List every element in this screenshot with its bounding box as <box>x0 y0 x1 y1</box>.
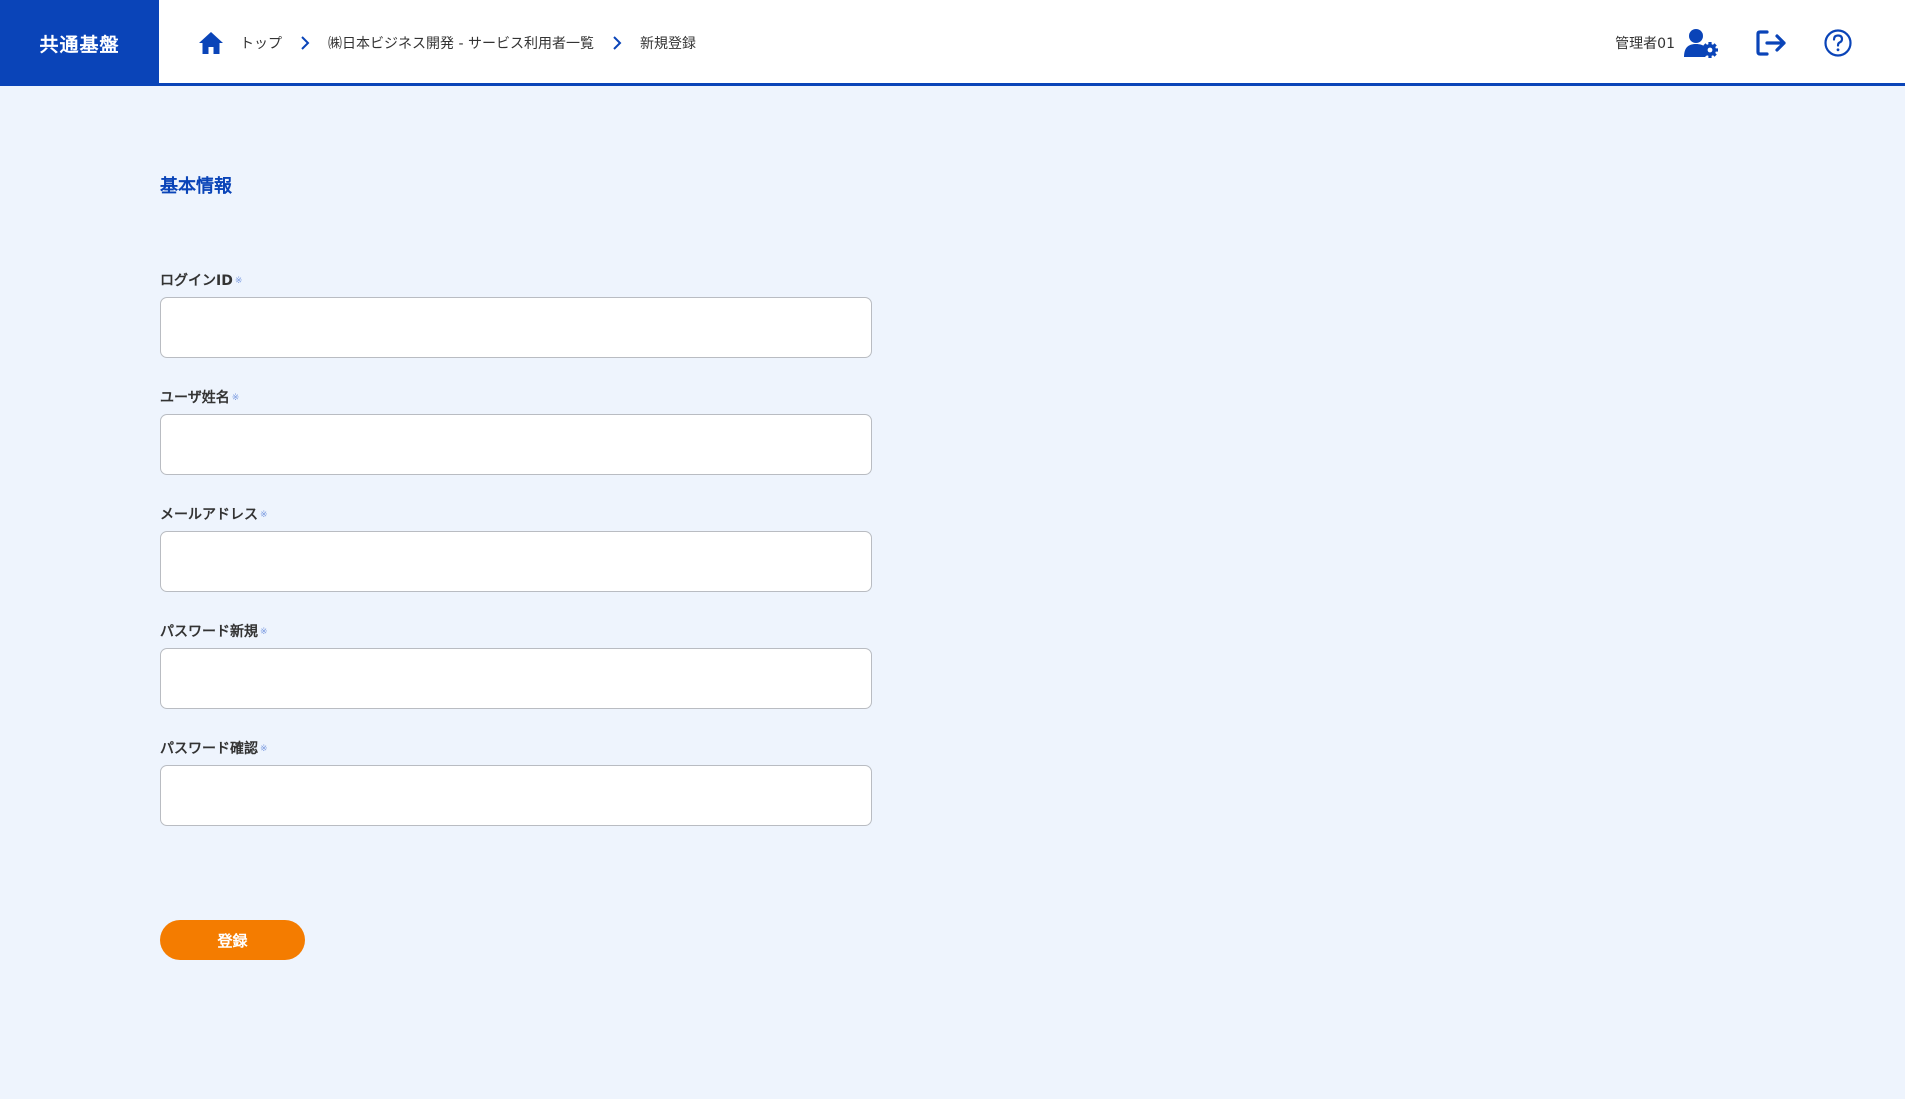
user-name: 管理者01 <box>1615 36 1675 52</box>
user-area: 管理者01 <box>1615 0 1905 86</box>
chevron-right-icon <box>613 36 622 50</box>
email-label: メールアドレス ※ <box>160 507 268 523</box>
required-mark: ※ <box>234 276 243 286</box>
register-button[interactable]: 登録 <box>160 920 305 960</box>
user-gear-icon[interactable] <box>1683 28 1719 58</box>
confirm-password-label: パスワード確認 ※ <box>160 741 268 757</box>
user-name-label: ユーザ姓名 ※ <box>160 390 240 406</box>
confirm-password-input[interactable] <box>160 765 872 826</box>
breadcrumb-user-list[interactable]: ㈱日本ビジネス開発 - サービス利用者一覧 <box>328 33 594 53</box>
required-mark: ※ <box>260 627 268 637</box>
breadcrumb: トップ ㈱日本ビジネス開発 - サービス利用者一覧 新規登録 <box>198 0 702 86</box>
home-icon[interactable] <box>198 31 224 55</box>
new-password-input[interactable] <box>160 648 872 709</box>
logout-icon[interactable] <box>1755 28 1789 58</box>
new-password-label: パスワード新規 ※ <box>160 624 268 640</box>
question-circle-icon[interactable] <box>1823 28 1853 58</box>
breadcrumb-current: 新規登録 <box>639 36 696 52</box>
required-mark: ※ <box>260 744 268 754</box>
section-title: 基本情報 <box>160 176 232 197</box>
required-mark: ※ <box>231 393 240 403</box>
login-id-label: ログインID ※ <box>160 273 243 289</box>
login-id-input[interactable] <box>160 297 872 358</box>
chevron-right-icon <box>301 36 310 50</box>
email-input[interactable] <box>160 531 872 592</box>
top-header: 共通基盤 トップ ㈱日本ビジネス開発 - サービス利用者一覧 新規登録 管理者0… <box>0 0 1905 86</box>
required-mark: ※ <box>260 510 268 520</box>
brand-logo[interactable]: 共通基盤 <box>0 0 159 86</box>
breadcrumb-top[interactable]: トップ <box>240 33 282 53</box>
user-name-input[interactable] <box>160 414 872 475</box>
